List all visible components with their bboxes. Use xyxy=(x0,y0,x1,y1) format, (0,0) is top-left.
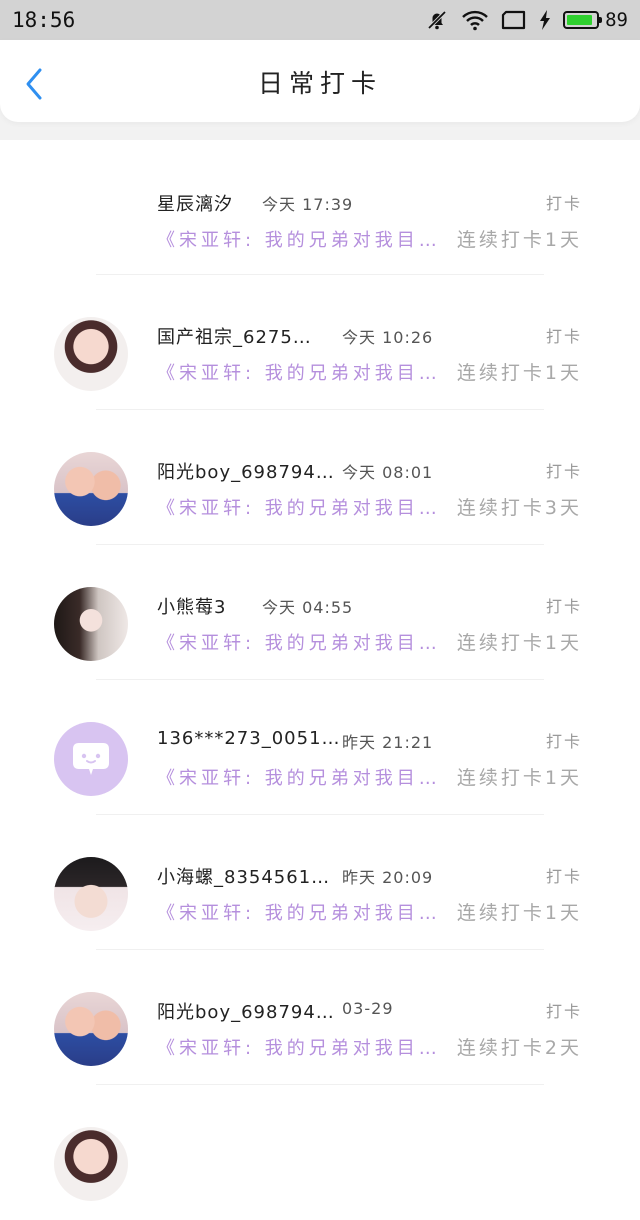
user-name[interactable]: 国产祖宗_6275… xyxy=(157,323,312,349)
list-item[interactable]: 小熊莓3 今天 04:55 打卡 《宋亚轩: 我的兄弟对我目… 连续打卡1天 xyxy=(0,545,640,680)
timestamp: 今天 08:01 xyxy=(342,463,434,482)
default-avatar-icon xyxy=(73,743,109,775)
streak-text: 连续打卡1天 xyxy=(456,229,582,251)
list-item[interactable]: 阳光boy_698794… 今天 08:01 打卡 《宋亚轩: 我的兄弟对我目…… xyxy=(0,410,640,545)
streak-text: 连续打卡1天 xyxy=(456,767,582,789)
checkin-label: 打卡 xyxy=(545,867,582,886)
battery-tip xyxy=(599,17,603,23)
status-icons: 89 xyxy=(425,8,628,32)
timestamp: 今天 17:39 xyxy=(262,195,354,214)
avatar[interactable] xyxy=(54,1127,128,1201)
mute-bell-icon xyxy=(427,10,447,30)
timestamp: 昨天 20:09 xyxy=(342,868,434,887)
content-snippet[interactable]: 《宋亚轩: 我的兄弟对我目… xyxy=(157,764,441,790)
content-snippet[interactable]: 《宋亚轩: 我的兄弟对我目… xyxy=(157,359,441,385)
user-name[interactable]: 阳光boy_698794… xyxy=(157,458,335,484)
page-title: 日常打卡 xyxy=(257,69,382,98)
content-snippet[interactable]: 《宋亚轩: 我的兄弟对我目… xyxy=(157,1034,441,1060)
content-snippet[interactable]: 《宋亚轩: 我的兄弟对我目… xyxy=(157,629,441,655)
content-snippet[interactable]: 《宋亚轩: 我的兄弟对我目… xyxy=(157,226,441,252)
battery-fill xyxy=(567,15,593,25)
checkin-label: 打卡 xyxy=(545,327,582,346)
streak-text: 连续打卡1天 xyxy=(456,632,582,654)
timestamp: 03-29 xyxy=(342,999,394,1018)
checkin-label: 打卡 xyxy=(545,194,582,213)
avatar[interactable] xyxy=(54,857,128,931)
wifi-icon xyxy=(462,10,488,31)
checkin-label: 打卡 xyxy=(545,462,582,481)
content-snippet[interactable]: 《宋亚轩: 我的兄弟对我目… xyxy=(157,899,441,925)
streak-text: 连续打卡2天 xyxy=(456,1037,582,1059)
avatar[interactable] xyxy=(54,722,128,796)
status-time: 18:56 xyxy=(12,8,76,32)
user-name[interactable]: 136***273_0051… xyxy=(157,728,341,749)
streak-text: 连续打卡3天 xyxy=(456,497,582,519)
list-item[interactable]: 星辰漓汐 今天 17:39 打卡 《宋亚轩: 我的兄弟对我目… 连续打卡1天 xyxy=(0,140,640,275)
streak-text: 连续打卡1天 xyxy=(456,362,582,384)
header: 日常打卡 xyxy=(0,40,640,122)
user-name[interactable]: 小熊莓3 xyxy=(157,593,226,619)
avatar[interactable] xyxy=(54,587,128,661)
list-item[interactable]: 阳光boy_698794… 03-29 打卡 《宋亚轩: 我的兄弟对我目… 连续… xyxy=(0,950,640,1085)
avatar[interactable] xyxy=(54,452,128,526)
timestamp: 今天 04:55 xyxy=(262,598,354,617)
list-item[interactable]: 小海螺_8354561… 昨天 20:09 打卡 《宋亚轩: 我的兄弟对我目… … xyxy=(0,815,640,950)
avatar[interactable] xyxy=(54,992,128,1066)
battery-icon xyxy=(563,11,603,29)
timestamp: 昨天 21:21 xyxy=(342,733,434,752)
screen-rotate-icon xyxy=(502,10,526,30)
status-bar: 18:56 89 xyxy=(0,0,640,40)
timestamp: 今天 10:26 xyxy=(342,328,434,347)
streak-text: 连续打卡1天 xyxy=(456,902,582,924)
content-snippet[interactable]: 《宋亚轩: 我的兄弟对我目… xyxy=(157,494,441,520)
checkin-feed: 星辰漓汐 今天 17:39 打卡 《宋亚轩: 我的兄弟对我目… 连续打卡1天 国… xyxy=(0,140,640,1220)
avatar[interactable] xyxy=(54,317,128,391)
battery: 89 xyxy=(563,9,628,31)
user-name[interactable]: 小海螺_8354561… xyxy=(157,863,330,889)
list-item[interactable]: 国产祖宗_6275… 今天 10:26 打卡 《宋亚轩: 我的兄弟对我目… 连续… xyxy=(0,275,640,410)
user-name[interactable]: 星辰漓汐 xyxy=(157,190,233,216)
list-item[interactable]: 136***273_0051… 昨天 21:21 打卡 《宋亚轩: 我的兄弟对我… xyxy=(0,680,640,815)
list-item[interactable] xyxy=(0,1085,640,1220)
checkin-label: 打卡 xyxy=(545,732,582,751)
checkin-label: 打卡 xyxy=(545,1002,582,1021)
checkin-label: 打卡 xyxy=(545,597,582,616)
battery-percent: 89 xyxy=(605,9,628,31)
charging-bolt-icon xyxy=(540,10,551,30)
user-name[interactable]: 阳光boy_698794… xyxy=(157,998,335,1024)
